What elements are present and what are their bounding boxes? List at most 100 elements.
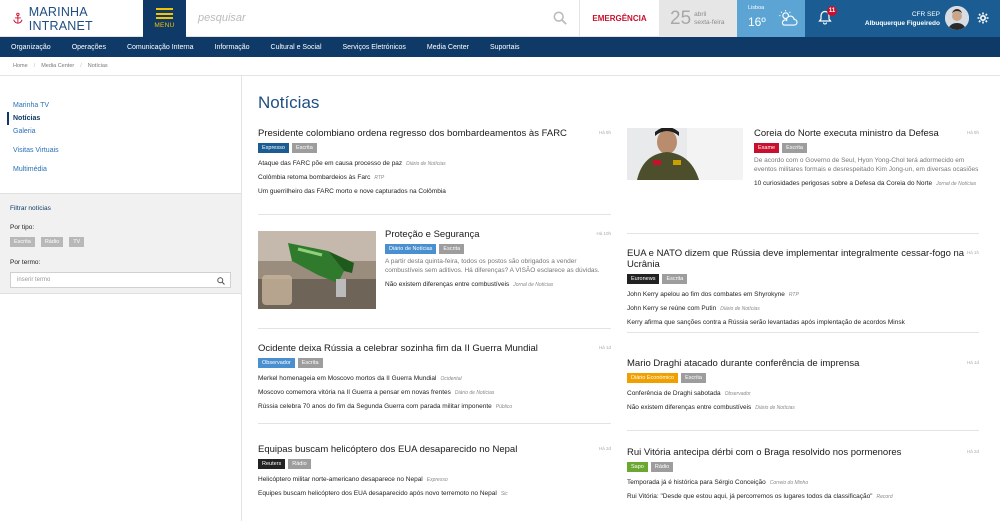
news-article[interactable]: EUA e NATO dizem que Rússia deve impleme… — [627, 248, 979, 333]
sidebar-item[interactable]: Notícias — [7, 112, 59, 125]
related-link[interactable]: John Kerry apelou ao fim dos combates em… — [627, 288, 979, 302]
date-weekday: sexta-feira — [694, 18, 725, 26]
source-tag[interactable]: Escrita — [681, 373, 706, 383]
article-title[interactable]: EUA e NATO dizem que Rússia deve impleme… — [627, 248, 979, 270]
source-tag[interactable]: Escrita — [291, 143, 317, 153]
news-article[interactable]: Presidente colombiano ordena regresso do… — [258, 128, 611, 215]
emergency-button[interactable]: EMERGÊNCIA — [580, 0, 659, 37]
nav-item[interactable]: Informação — [215, 44, 250, 51]
related-title: Merkel homenageia em Moscovo mortos da I… — [258, 375, 437, 382]
source-tag[interactable]: Euronews — [627, 274, 660, 284]
related-title: Um guerrilheiro das FARC morto e nove ca… — [258, 188, 446, 195]
related-source: Jornal de Notícias — [513, 282, 554, 288]
type-filter-tag[interactable]: Rádio — [40, 237, 64, 247]
search-icon[interactable] — [217, 277, 225, 285]
article-title[interactable]: Proteção e Segurança — [385, 229, 611, 240]
related-link[interactable]: 10 curiosidades perigosas sobre a Defesa… — [754, 180, 979, 189]
article-time: Há 2d — [598, 446, 611, 451]
sidebar-item[interactable]: Marinha TV — [13, 99, 59, 112]
user-name[interactable]: CFR SEP Albuquerque Figueiredo — [865, 10, 940, 28]
news-article[interactable]: Coreia do Norte executa ministro da Defe… — [627, 128, 979, 234]
related-link[interactable]: Um guerrilheiro das FARC morto e nove ca… — [258, 185, 611, 198]
related-source: Diário de Notícias — [755, 405, 795, 411]
article-title[interactable]: Rui Vitória antecipa dérbi com o Braga r… — [627, 447, 979, 458]
weather-city: Lisboa — [748, 5, 765, 11]
news-article[interactable]: Rui Vitória antecipa dérbi com o Braga r… — [627, 447, 979, 521]
related-link[interactable]: Rússia celebra 70 anos do fim da Segunda… — [258, 400, 611, 414]
related-link[interactable]: John Kerry se reúne com Putin Diário de N… — [627, 302, 979, 316]
source-tag[interactable]: Escrita — [782, 143, 807, 153]
article-title[interactable]: Presidente colombiano ordena regresso do… — [258, 128, 611, 139]
related-link[interactable]: Rui Vitória: "Desde que estou aqui, já p… — [627, 490, 979, 504]
nav-item[interactable]: Suportais — [490, 44, 520, 51]
source-tag[interactable]: Escrita — [439, 244, 465, 254]
related-link[interactable]: Equipes buscam helicóptero dos EUA desap… — [258, 487, 611, 501]
news-article[interactable]: Proteção e Segurança Diário de Notícias Es… — [258, 229, 611, 329]
search-input[interactable]: pesquisar — [186, 0, 580, 37]
news-article[interactable]: Ocidente deixa Rússia a celebrar sozinha… — [258, 343, 611, 424]
source-tag[interactable]: Rádio — [288, 459, 311, 469]
related-title: Colômbia retoma bombardeios às Farc — [258, 174, 371, 181]
related-title: Moscovo comemora vitória na II Guerra a … — [258, 389, 451, 396]
source-tag[interactable]: Observador — [258, 358, 295, 368]
related-link[interactable]: Ataque das FARC põe em causa processo de… — [258, 157, 611, 171]
nav-item[interactable]: Serviços Eletrónicos — [343, 44, 406, 51]
related-link[interactable]: Temporada já é histórica para Sérgio Con… — [627, 476, 979, 490]
related-title: Não existem diferenças entre combustívei… — [385, 281, 510, 288]
news-article[interactable]: Equipas buscam helicóptero dos EUA desap… — [258, 444, 611, 521]
nav-item[interactable]: Comunicação Interna — [127, 44, 194, 51]
gear-icon[interactable] — [977, 12, 989, 24]
type-filter-tag[interactable]: TV — [69, 237, 85, 247]
weather-widget[interactable]: Lisboa 16º — [737, 0, 805, 37]
related-link[interactable]: Merkel homenageia em Moscovo mortos da I… — [258, 372, 611, 386]
type-filters: Escrita Rádio TV — [10, 237, 90, 247]
filter-title: Filtrar notícias — [10, 205, 51, 212]
related-title: Conferência de Draghi sabotada — [627, 390, 721, 397]
related-link[interactable]: Moscovo comemora vitória na II Guerra a … — [258, 386, 611, 400]
related-link[interactable]: Não existem diferenças entre combustívei… — [385, 281, 611, 290]
user-rank: CFR SEP — [911, 11, 940, 18]
source-tag[interactable]: Exame — [754, 143, 780, 153]
source-tag[interactable]: Expresso — [258, 143, 289, 153]
source-tag[interactable]: Diário Económico — [627, 373, 679, 383]
related-link[interactable]: Kerry afirma que sanções contra a Rússia… — [627, 316, 979, 329]
related-link[interactable]: Helicóptero militar norte-americano desa… — [258, 473, 611, 487]
nav-item[interactable]: Organização — [11, 44, 51, 51]
term-input[interactable]: inserir termo — [10, 272, 231, 288]
related-source: Diário de Notícias — [720, 306, 760, 312]
news-article[interactable]: Mario Draghi atacado durante conferência… — [627, 358, 979, 431]
source-tag[interactable]: Escrita — [662, 274, 688, 284]
related-source: Correio do Minho — [769, 480, 809, 486]
article-time: Há 2d — [966, 449, 979, 454]
logo[interactable]: MARINHA INTRANET — [0, 0, 143, 37]
source-tag[interactable]: Reuters — [258, 459, 286, 469]
sidebar-item[interactable]: Multimédia — [13, 163, 59, 176]
nav-item[interactable]: Media Center — [427, 44, 469, 51]
article-title[interactable]: Coreia do Norte executa ministro da Defe… — [754, 128, 979, 139]
search-icon[interactable] — [553, 11, 567, 25]
breadcrumb-item[interactable]: Home — [13, 63, 28, 69]
source-tag[interactable]: Rádio — [650, 462, 674, 472]
related-link[interactable]: Colômbia retoma bombardeios às Farc RTP — [258, 171, 611, 185]
related-title: Rui Vitória: "Desde que estou aqui, já p… — [627, 493, 873, 500]
source-tag[interactable]: Diário de Notícias — [385, 244, 437, 254]
related-link[interactable]: Não existem diferenças entre combustívei… — [627, 401, 979, 415]
avatar[interactable] — [945, 6, 969, 30]
article-time: Há 1d — [966, 360, 979, 365]
sidebar-item[interactable]: Galeria — [13, 125, 59, 138]
breadcrumb-item[interactable]: Media Center — [41, 63, 74, 69]
article-title[interactable]: Equipas buscam helicóptero dos EUA desap… — [258, 444, 611, 455]
menu-button[interactable]: MENU — [143, 0, 186, 37]
nav-item[interactable]: Operações — [72, 44, 106, 51]
nav-item[interactable]: Cultural e Social — [271, 44, 322, 51]
source-tag[interactable]: Sapo — [627, 462, 648, 472]
source-tag[interactable]: Escrita — [297, 358, 323, 368]
article-tags: Exame Escrita — [754, 143, 979, 153]
article-tags: Euronews Escrita — [627, 274, 979, 284]
article-title[interactable]: Ocidente deixa Rússia a celebrar sozinha… — [258, 343, 611, 354]
type-filter-tag[interactable]: Escrita — [10, 237, 35, 247]
article-time: Há 5h — [966, 130, 979, 135]
related-link[interactable]: Conferência de Draghi sabotada Observador — [627, 387, 979, 401]
sidebar-item[interactable]: Visitas Virtuais — [13, 144, 59, 157]
article-title[interactable]: Mario Draghi atacado durante conferência… — [627, 358, 979, 369]
